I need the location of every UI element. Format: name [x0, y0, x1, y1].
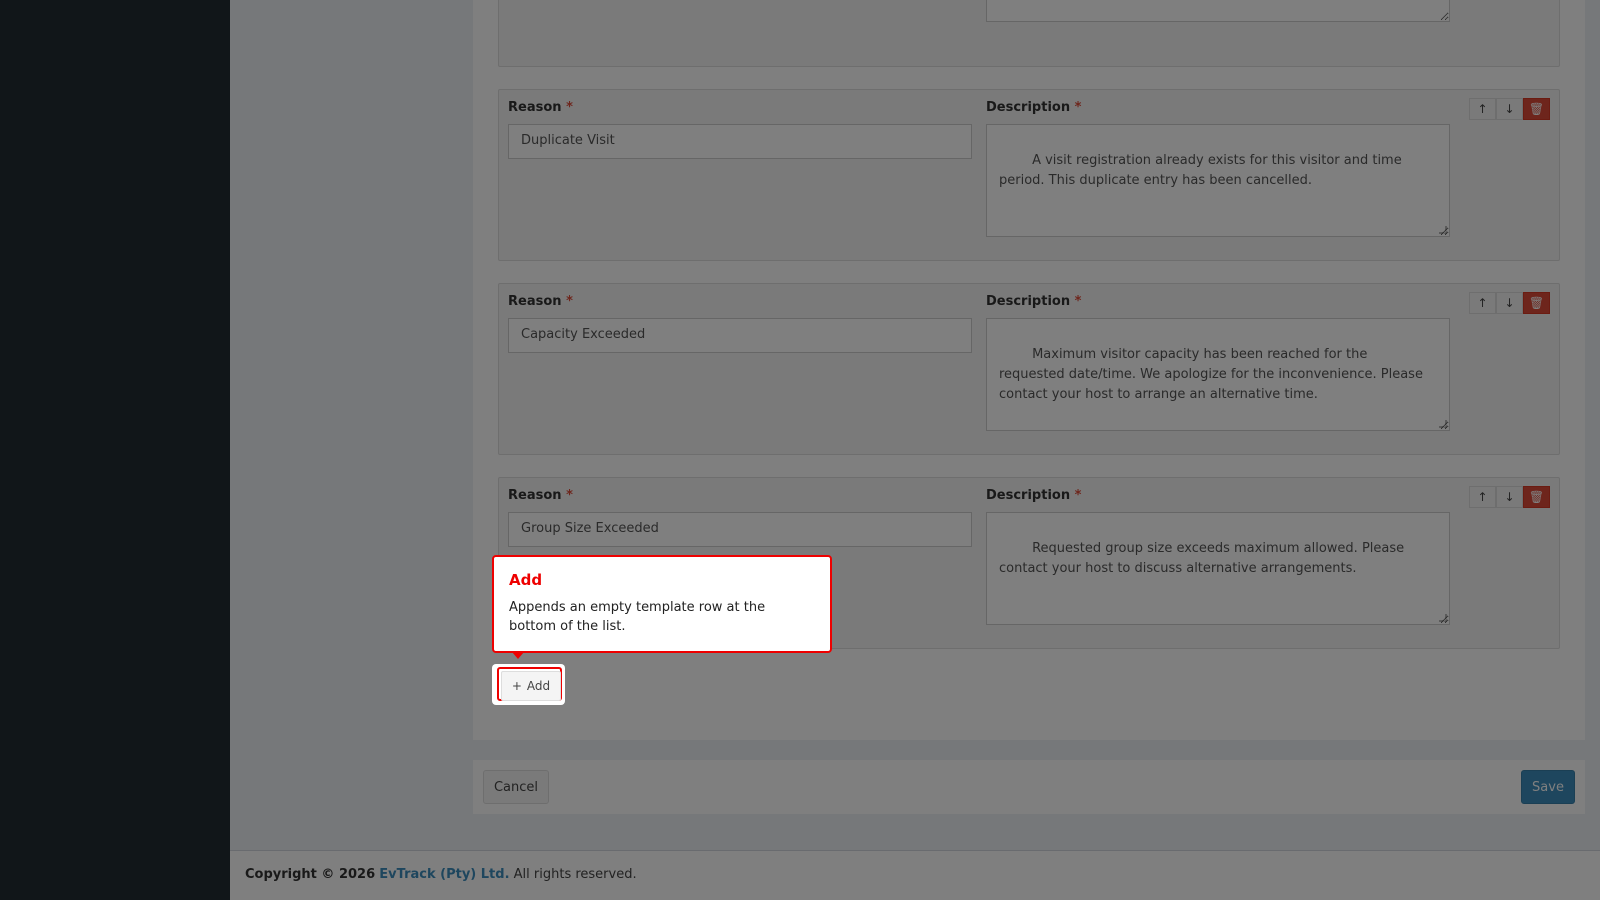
highlighted-add-button: + Add — [492, 664, 565, 705]
highlight-outline: + Add — [497, 667, 562, 701]
tooltip-title: Add — [509, 571, 543, 589]
plus-icon: + — [511, 679, 522, 693]
add-button-highlighted[interactable]: + Add — [501, 671, 561, 701]
tour-overlay[interactable] — [0, 0, 1600, 900]
tour-tooltip: Add Appends an empty template row at the… — [492, 555, 832, 659]
add-button-label: Add — [526, 679, 551, 693]
tooltip-text: Appends an empty template row at the bot… — [509, 600, 766, 634]
tooltip-arrow-icon — [512, 652, 524, 659]
